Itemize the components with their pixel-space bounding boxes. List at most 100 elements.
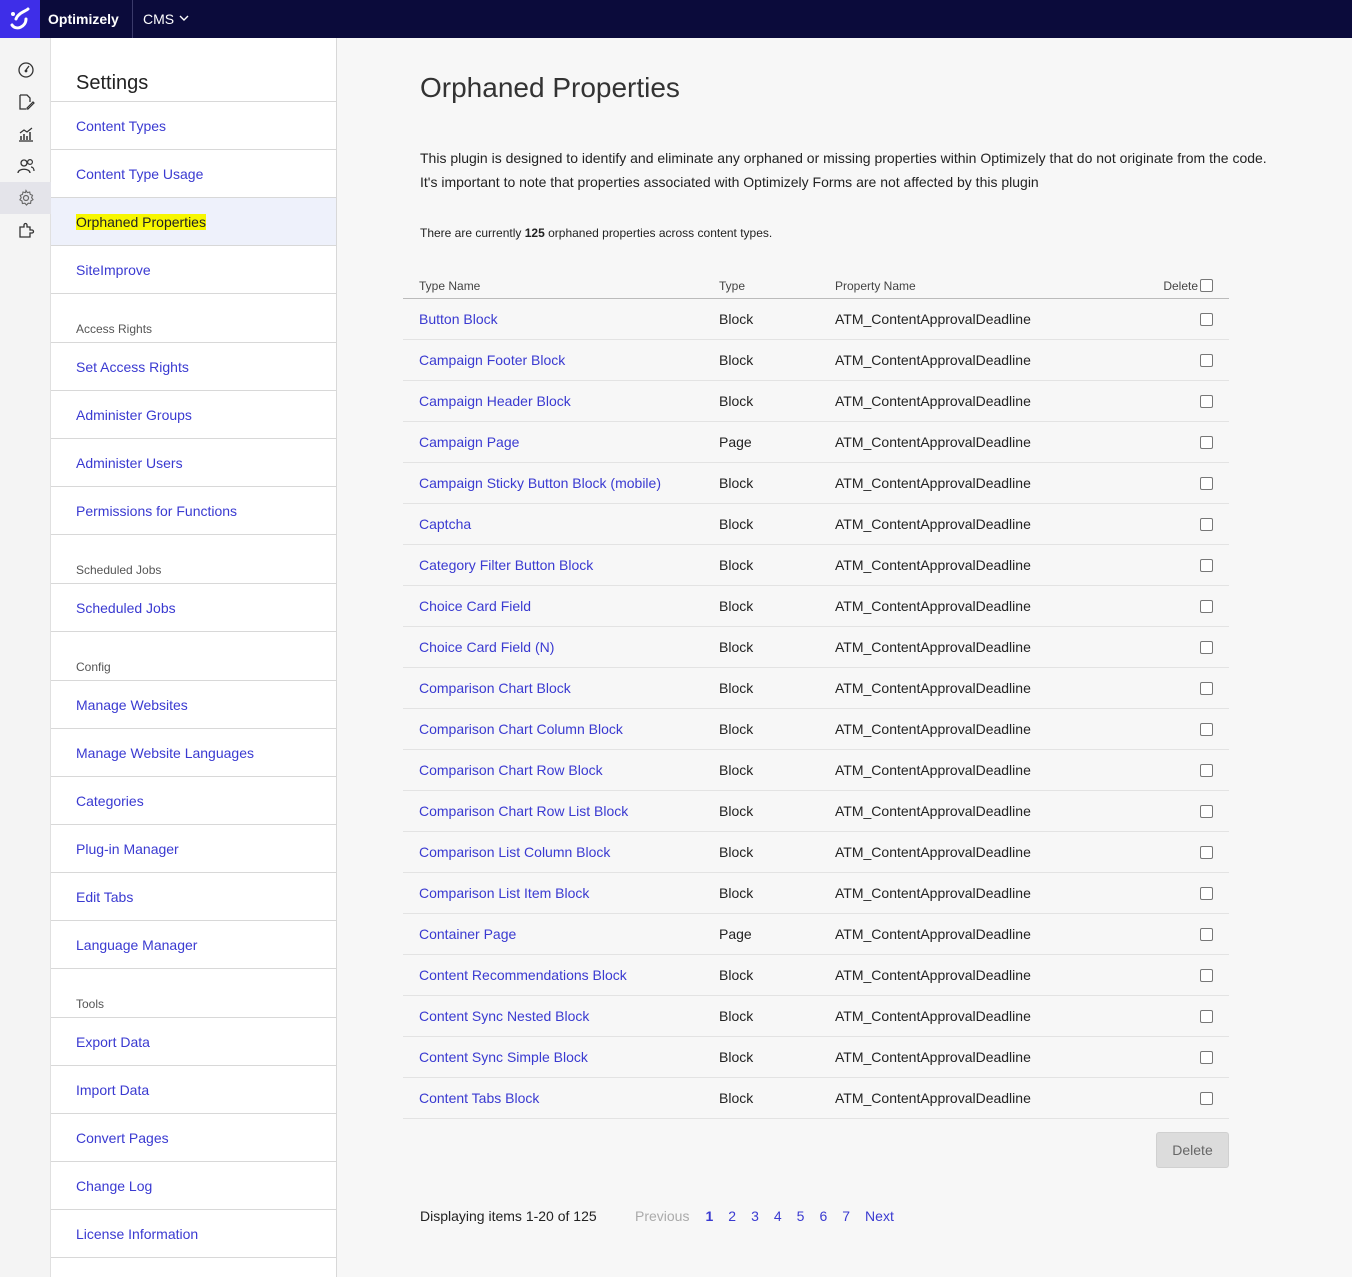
row-delete-checkbox[interactable] bbox=[1200, 641, 1213, 655]
optimizely-logo-icon[interactable] bbox=[0, 0, 40, 38]
sidebar-item-siteimprove[interactable]: SiteImprove bbox=[51, 246, 336, 294]
pagination-page-7[interactable]: 7 bbox=[842, 1208, 850, 1224]
row-delete-checkbox[interactable] bbox=[1200, 518, 1213, 532]
table-row: Comparison Chart Block Block ATM_ContentAp… bbox=[403, 667, 1229, 709]
addons-icon[interactable] bbox=[0, 214, 51, 246]
sidebar-item-manage-website-languages[interactable]: Manage Website Languages bbox=[51, 729, 336, 777]
row-delete-checkbox[interactable] bbox=[1200, 723, 1213, 737]
sidebar-item-orphaned-properties[interactable]: Orphaned Properties bbox=[51, 198, 336, 246]
row-delete-checkbox[interactable] bbox=[1200, 477, 1213, 491]
type-name-link[interactable]: Category Filter Button Block bbox=[419, 557, 593, 573]
row-delete-checkbox[interactable] bbox=[1200, 559, 1213, 573]
sidebar-item-label: Administer Groups bbox=[76, 406, 192, 423]
pagination-page-5[interactable]: 5 bbox=[797, 1208, 805, 1224]
row-delete-checkbox[interactable] bbox=[1200, 395, 1213, 409]
product-switcher[interactable]: CMS bbox=[143, 11, 190, 27]
sidebar-item-manage-websites[interactable]: Manage Websites bbox=[51, 681, 336, 729]
cell-type: Block bbox=[719, 1077, 835, 1119]
row-delete-checkbox[interactable] bbox=[1200, 887, 1213, 901]
select-all-checkbox[interactable] bbox=[1200, 279, 1213, 293]
edit-icon[interactable] bbox=[0, 86, 51, 118]
row-delete-checkbox[interactable] bbox=[1200, 969, 1213, 983]
type-name-link[interactable]: Comparison List Item Block bbox=[419, 885, 589, 901]
row-delete-checkbox[interactable] bbox=[1200, 1051, 1213, 1065]
type-name-link[interactable]: Campaign Sticky Button Block (mobile) bbox=[419, 475, 661, 491]
type-name-link[interactable]: Comparison Chart Row Block bbox=[419, 762, 603, 778]
top-bar: Optimizely CMS bbox=[0, 0, 1352, 38]
settings-icon[interactable] bbox=[0, 182, 51, 214]
type-name-link[interactable]: Content Sync Nested Block bbox=[419, 1008, 589, 1024]
column-header-delete: Delete bbox=[1151, 274, 1229, 299]
type-name-link[interactable]: Content Recommendations Block bbox=[419, 967, 627, 983]
row-delete-checkbox[interactable] bbox=[1200, 436, 1213, 450]
row-delete-checkbox[interactable] bbox=[1200, 1092, 1213, 1106]
type-name-link[interactable]: Comparison Chart Block bbox=[419, 680, 571, 696]
row-delete-checkbox[interactable] bbox=[1200, 928, 1213, 942]
sidebar-item-administer-users[interactable]: Administer Users bbox=[51, 439, 336, 487]
type-name-link[interactable]: Comparison Chart Column Block bbox=[419, 721, 623, 737]
sidebar-item-label: Manage Website Languages bbox=[76, 744, 254, 761]
pagination-page-4[interactable]: 4 bbox=[774, 1208, 782, 1224]
cell-delete bbox=[1151, 626, 1229, 668]
column-header-type[interactable]: Type bbox=[719, 274, 835, 299]
sidebar-item-edit-tabs[interactable]: Edit Tabs bbox=[51, 873, 336, 921]
pagination-page-1[interactable]: 1 bbox=[705, 1208, 713, 1224]
settings-sidebar: Settings Content Types Content Type Usag… bbox=[51, 38, 337, 1277]
type-name-link[interactable]: Captcha bbox=[419, 516, 471, 532]
sidebar-item-categories[interactable]: Categories bbox=[51, 777, 336, 825]
type-name-link[interactable]: Content Sync Simple Block bbox=[419, 1049, 588, 1065]
analytics-icon[interactable] bbox=[0, 118, 51, 150]
row-delete-checkbox[interactable] bbox=[1200, 354, 1213, 368]
sidebar-item-language-manager[interactable]: Language Manager bbox=[51, 921, 336, 969]
column-header-type-name[interactable]: Type Name bbox=[403, 274, 719, 299]
sidebar-item-import-data[interactable]: Import Data bbox=[51, 1066, 336, 1114]
delete-button[interactable]: Delete bbox=[1156, 1132, 1229, 1168]
type-name-link[interactable]: Campaign Footer Block bbox=[419, 352, 565, 368]
table-row: Campaign Footer Block Block ATM_ContentApp… bbox=[403, 339, 1229, 381]
type-name-link[interactable]: Campaign Page bbox=[419, 434, 519, 450]
row-delete-checkbox[interactable] bbox=[1200, 600, 1213, 614]
cell-type-name: Comparison List Column Block bbox=[403, 831, 719, 873]
cell-type: Block bbox=[719, 298, 835, 340]
type-name-link[interactable]: Comparison List Column Block bbox=[419, 844, 610, 860]
cell-type-name: Choice Card Field bbox=[403, 585, 719, 627]
sidebar-item-permissions-for-functions[interactable]: Permissions for Functions bbox=[51, 487, 336, 535]
sidebar-item-label: SiteImprove bbox=[76, 261, 151, 278]
row-delete-checkbox[interactable] bbox=[1200, 805, 1213, 819]
sidebar-item-scheduled-jobs[interactable]: Scheduled Jobs bbox=[51, 584, 336, 632]
column-header-property-name[interactable]: Property Name bbox=[835, 274, 1151, 299]
cell-type-name: Content Recommendations Block bbox=[403, 954, 719, 996]
sidebar-section-scheduled-jobs: Scheduled Jobs bbox=[51, 535, 336, 584]
sidebar-item-plugin-manager[interactable]: Plug-in Manager bbox=[51, 825, 336, 873]
sidebar-item-label: Permissions for Functions bbox=[76, 502, 238, 519]
dashboard-icon[interactable] bbox=[0, 54, 51, 86]
sidebar-item-content-types[interactable]: Content Types bbox=[51, 102, 336, 150]
cell-type-name: Container Page bbox=[403, 913, 719, 955]
row-delete-checkbox[interactable] bbox=[1200, 682, 1213, 696]
sidebar-item-set-access-rights[interactable]: Set Access Rights bbox=[51, 343, 336, 391]
row-delete-checkbox[interactable] bbox=[1200, 313, 1213, 327]
pagination-next[interactable]: Next bbox=[865, 1208, 894, 1224]
type-name-link[interactable]: Container Page bbox=[419, 926, 516, 942]
users-icon[interactable] bbox=[0, 150, 51, 182]
pagination-page-6[interactable]: 6 bbox=[819, 1208, 827, 1224]
row-delete-checkbox[interactable] bbox=[1200, 846, 1213, 860]
sidebar-item-license-information[interactable]: License Information bbox=[51, 1210, 336, 1258]
sidebar-item-content-type-usage[interactable]: Content Type Usage bbox=[51, 150, 336, 198]
cell-delete bbox=[1151, 667, 1229, 709]
sidebar-item-change-log[interactable]: Change Log bbox=[51, 1162, 336, 1210]
sidebar-item-label: Change Log bbox=[76, 1177, 153, 1194]
pagination-page-2[interactable]: 2 bbox=[728, 1208, 736, 1224]
sidebar-item-administer-groups[interactable]: Administer Groups bbox=[51, 391, 336, 439]
type-name-link[interactable]: Choice Card Field (N) bbox=[419, 639, 554, 655]
type-name-link[interactable]: Campaign Header Block bbox=[419, 393, 571, 409]
pagination-page-3[interactable]: 3 bbox=[751, 1208, 759, 1224]
type-name-link[interactable]: Button Block bbox=[419, 311, 498, 327]
type-name-link[interactable]: Choice Card Field bbox=[419, 598, 531, 614]
type-name-link[interactable]: Content Tabs Block bbox=[419, 1090, 539, 1106]
sidebar-item-convert-pages[interactable]: Convert Pages bbox=[51, 1114, 336, 1162]
sidebar-item-export-data[interactable]: Export Data bbox=[51, 1018, 336, 1066]
type-name-link[interactable]: Comparison Chart Row List Block bbox=[419, 803, 628, 819]
row-delete-checkbox[interactable] bbox=[1200, 1010, 1213, 1024]
row-delete-checkbox[interactable] bbox=[1200, 764, 1213, 778]
